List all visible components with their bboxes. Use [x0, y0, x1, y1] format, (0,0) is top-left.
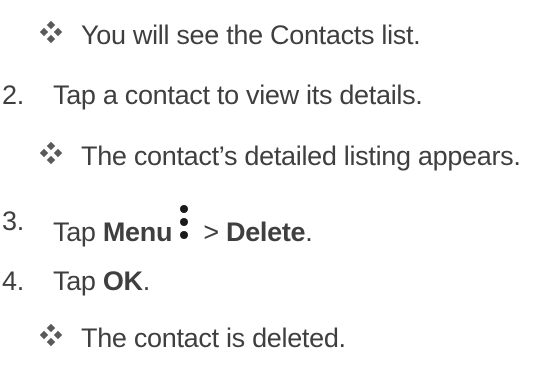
step-text-part: .: [305, 217, 313, 247]
step-text: Tap a contact to view its details.: [53, 80, 423, 110]
bullet-text: You will see the Contacts list.: [81, 20, 421, 50]
step-number: 2.: [2, 80, 24, 110]
bullet-text: The contact is deleted.: [81, 323, 346, 353]
step-text: Tap OK.: [53, 265, 150, 297]
menu-label: Menu: [102, 217, 173, 247]
step-text-part: >: [196, 217, 227, 247]
step-text-part: Tap: [53, 266, 103, 296]
step-text-part: .: [142, 266, 151, 296]
diamond-bullet-icon: [39, 21, 63, 44]
bullet-text: The contact’s detailed listing appears.: [81, 141, 521, 171]
step-text-part: Tap: [53, 217, 103, 247]
diamond-bullet-icon: [39, 324, 63, 347]
step-text: Tap Menu > Delete.: [53, 205, 313, 248]
ok-label: OK: [102, 266, 143, 296]
three-dot-menu-icon: [178, 205, 192, 245]
step-number: 4.: [2, 266, 24, 296]
step-number: 3.: [2, 206, 24, 236]
diamond-bullet-icon: [39, 142, 63, 165]
delete-label: Delete: [226, 217, 306, 247]
